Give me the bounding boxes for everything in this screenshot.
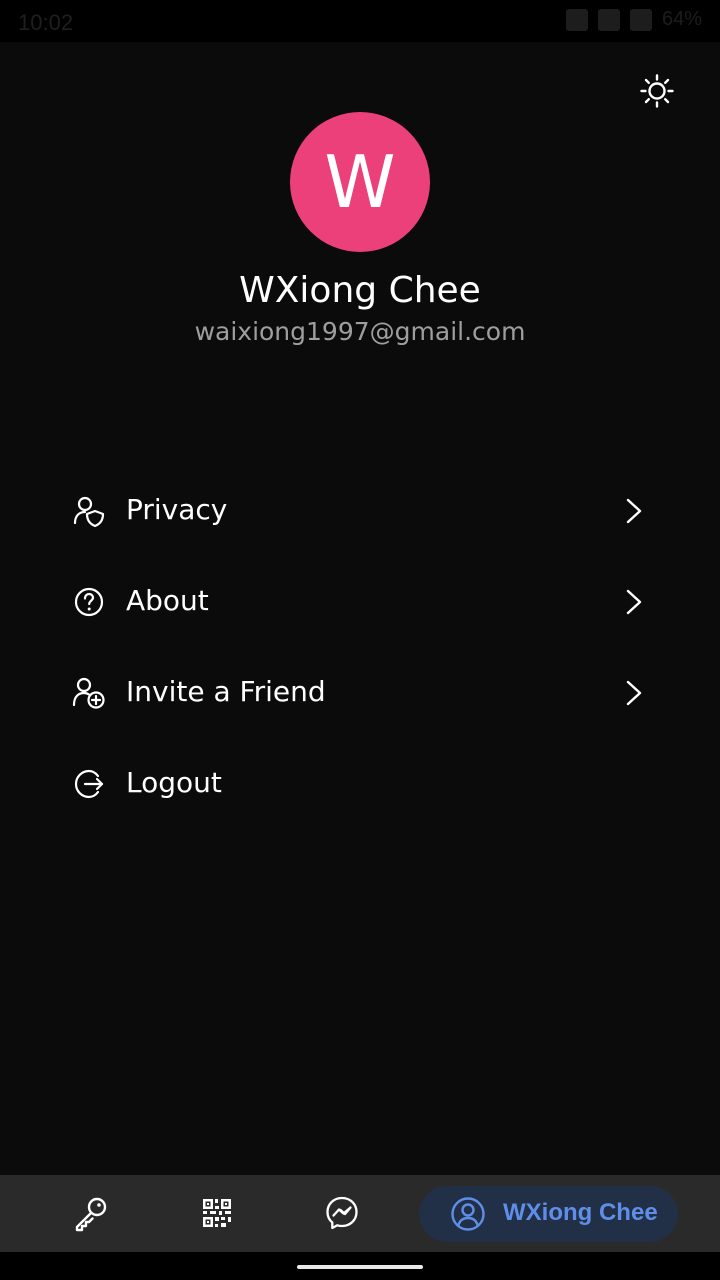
profile-screen: W WXiong Chee waixiong1997@gmail.com Pri… <box>0 42 720 1175</box>
menu-item-privacy[interactable]: Privacy <box>0 467 720 558</box>
menu-item-about[interactable]: About <box>0 558 720 649</box>
user-circle-icon <box>451 1197 485 1231</box>
profile-name: WXiong Chee <box>239 270 481 311</box>
nav-profile-tab-active[interactable]: WXiong Chee <box>419 1186 678 1242</box>
settings-menu: Privacy About Invite a Friend Logout <box>0 467 720 831</box>
avatar-initial: W <box>324 140 396 224</box>
menu-item-label: About <box>126 584 209 617</box>
menu-item-label: Logout <box>126 766 222 799</box>
help-circle-icon <box>74 587 104 617</box>
status-time: 10:02 <box>18 10 74 35</box>
bottom-nav-bar: WXiong Chee <box>0 1175 720 1252</box>
chevron-right-icon <box>626 589 642 615</box>
avatar: W <box>290 112 430 252</box>
battery-icon <box>629 8 652 31</box>
theme-toggle-button[interactable] <box>636 70 678 112</box>
signal-icon <box>597 8 620 31</box>
key-icon <box>75 1197 107 1232</box>
menu-item-label: Privacy <box>126 493 228 526</box>
logout-icon <box>74 769 104 799</box>
battery-level: 64% <box>661 8 702 30</box>
user-add-icon <box>72 677 105 709</box>
system-gesture-bar <box>0 1252 720 1280</box>
messenger-icon <box>326 1196 358 1230</box>
user-shield-icon <box>73 496 105 528</box>
sun-icon <box>640 74 674 108</box>
nav-messenger-button[interactable] <box>322 1193 362 1233</box>
nav-profile-label: WXiong Chee <box>503 1199 658 1226</box>
status-bar: 10:02 64% <box>0 0 720 42</box>
qr-code-icon <box>203 1199 231 1227</box>
home-gesture-handle[interactable] <box>297 1265 423 1269</box>
nav-qr-button[interactable] <box>197 1193 237 1233</box>
chevron-right-icon <box>626 498 642 524</box>
chevron-right-icon <box>626 680 642 706</box>
wifi-icon <box>565 8 588 31</box>
menu-item-invite-friend[interactable]: Invite a Friend <box>0 649 720 740</box>
menu-item-label: Invite a Friend <box>126 675 326 708</box>
status-icons: 64% <box>565 8 702 31</box>
nav-keys-button[interactable] <box>71 1193 111 1233</box>
menu-item-logout[interactable]: Logout <box>0 740 720 831</box>
profile-email: waixiong1997@gmail.com <box>194 317 526 346</box>
